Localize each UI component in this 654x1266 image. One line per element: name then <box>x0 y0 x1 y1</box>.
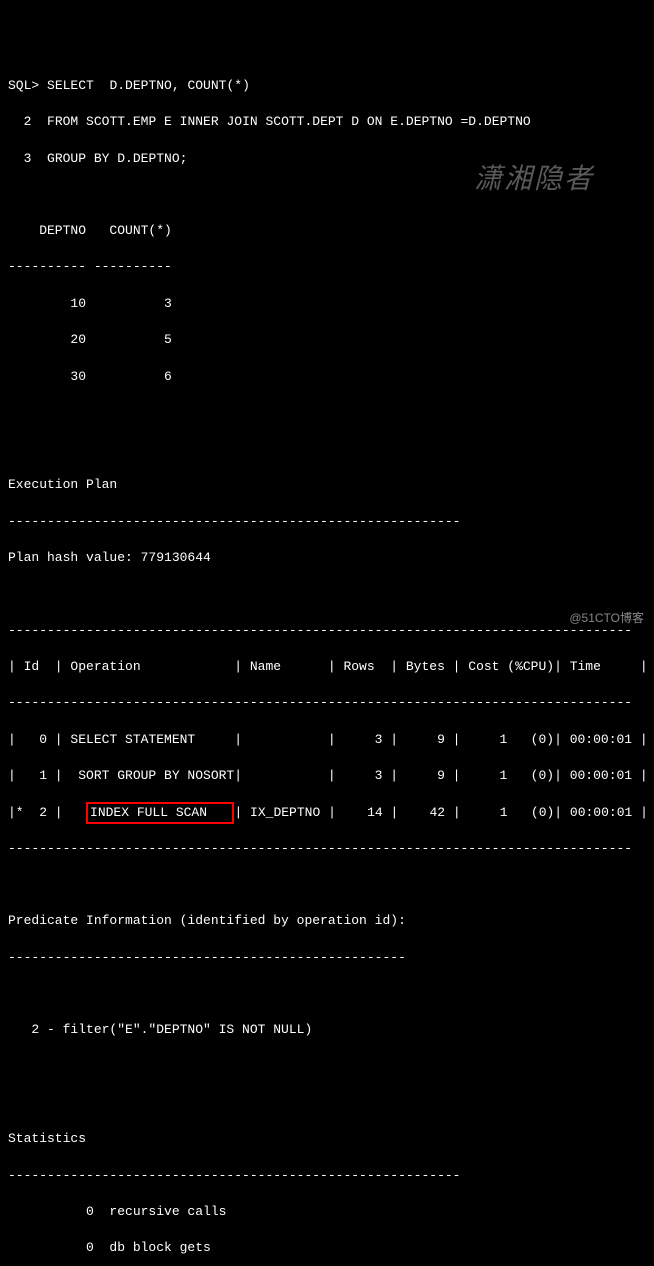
stats-title: Statistics <box>8 1130 646 1148</box>
exec-plan-dash: ----------------------------------------… <box>8 513 646 531</box>
result-sep: ---------- ---------- <box>8 258 646 276</box>
result-row: 20 5 <box>8 331 646 349</box>
predicate-sep: ----------------------------------------… <box>8 949 646 967</box>
exec-plan-title: Execution Plan <box>8 476 646 494</box>
plan-border: ----------------------------------------… <box>8 622 646 640</box>
plan-row-highlighted: |* 2 | INDEX FULL SCAN | IX_DEPTNO | 14 … <box>8 804 646 822</box>
plan-row: | 1 | SORT GROUP BY NOSORT| | 3 | 9 | 1 … <box>8 767 646 785</box>
plan-header: | Id | Operation | Name | Rows | Bytes |… <box>8 658 646 676</box>
predicate-line: 2 - filter("E"."DEPTNO" IS NOT NULL) <box>8 1021 646 1039</box>
highlight-index-full-scan: INDEX FULL SCAN <box>86 802 234 824</box>
plan-border: ----------------------------------------… <box>8 840 646 858</box>
sql-line-1: SQL> SELECT D.DEPTNO, COUNT(*) <box>8 77 646 95</box>
plan-border: ----------------------------------------… <box>8 694 646 712</box>
plan-row: | 0 | SELECT STATEMENT | | 3 | 9 | 1 (0)… <box>8 731 646 749</box>
plan-hash: Plan hash value: 779130644 <box>8 549 646 567</box>
result-row: 30 6 <box>8 368 646 386</box>
sql-line-2: 2 FROM SCOTT.EMP E INNER JOIN SCOTT.DEPT… <box>8 113 646 131</box>
predicate-title: Predicate Information (identified by ope… <box>8 912 646 930</box>
sql-line-3: 3 GROUP BY D.DEPTNO; <box>8 150 646 168</box>
stats-dash: ----------------------------------------… <box>8 1167 646 1185</box>
stats-row: 0 db block gets <box>8 1239 646 1257</box>
stats-row: 0 recursive calls <box>8 1203 646 1221</box>
result-row: 10 3 <box>8 295 646 313</box>
result-header: DEPTNO COUNT(*) <box>8 222 646 240</box>
